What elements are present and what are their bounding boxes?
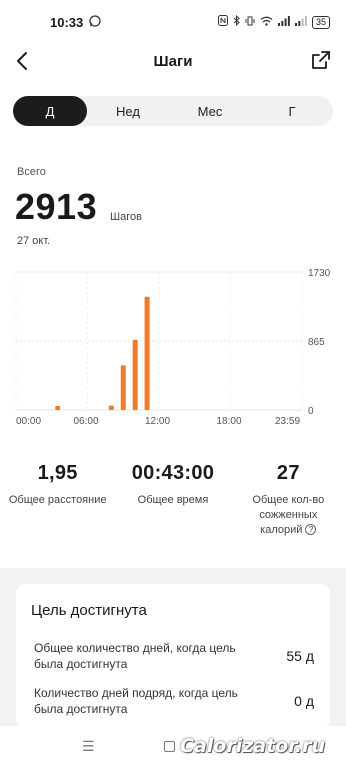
menu-icon[interactable]: ☰ bbox=[82, 738, 95, 755]
signal-icon bbox=[277, 15, 290, 29]
total-steps-unit: Шагов bbox=[110, 211, 142, 223]
goal-row-streak-text: Количество дней подряд, когда цель была … bbox=[34, 686, 238, 716]
tab-week[interactable]: Нед bbox=[87, 96, 169, 126]
steps-chart: 1730 865 0 00:00 06:00 12:00 18:00 23:59 bbox=[15, 268, 331, 427]
total-label: Всего bbox=[17, 166, 46, 178]
page-title: Шаги bbox=[153, 52, 193, 70]
goal-row-total-text: Общее количество дней, когда цель была д… bbox=[34, 641, 236, 671]
goal-row-total: Общее количество дней, когда цель была д… bbox=[34, 640, 314, 672]
summary-date: 27 окт. bbox=[17, 235, 51, 247]
chart-bar bbox=[132, 339, 138, 410]
time-value: 00:43:00 bbox=[131, 462, 215, 484]
x-tick-label: 06:00 bbox=[74, 416, 99, 427]
x-tick-label: 23:59 bbox=[275, 416, 300, 427]
export-icon bbox=[312, 51, 330, 69]
calories-value: 27 bbox=[276, 462, 300, 484]
tab-day[interactable]: Д bbox=[13, 96, 87, 126]
app-header: Шаги bbox=[0, 44, 346, 78]
goal-row-total-value: 55 д bbox=[286, 648, 314, 664]
stats-row: 1,95 Общее расстояние 00:43:00 Общее вре… bbox=[0, 462, 346, 538]
chart-bar bbox=[108, 405, 114, 410]
status-time: 10:33 bbox=[50, 14, 84, 30]
nfc-icon bbox=[217, 15, 228, 29]
stat-calories: 27 Общее кол-во сожженных калорий ? bbox=[231, 462, 346, 538]
system-navbar: ☰ Calorizator.ru bbox=[0, 726, 346, 768]
x-tick-label: 00:00 bbox=[16, 416, 41, 427]
stat-time: 00:43:00 Общее время bbox=[115, 462, 230, 538]
tab-month[interactable]: Мес bbox=[169, 96, 251, 126]
y-tick-label: 865 bbox=[308, 337, 325, 348]
distance-label: Общее расстояние bbox=[8, 494, 107, 506]
wifi-icon bbox=[260, 16, 273, 29]
chevron-left-icon bbox=[17, 52, 27, 70]
back-button[interactable] bbox=[12, 48, 34, 74]
total-steps-value: 2913 bbox=[15, 186, 98, 227]
tab-year[interactable]: Г bbox=[251, 96, 333, 126]
x-tick-label: 12:00 bbox=[145, 416, 170, 427]
y-tick-label: 0 bbox=[308, 406, 314, 417]
chart-bar bbox=[120, 365, 126, 410]
x-tick-label: 18:00 bbox=[217, 416, 242, 427]
battery-icon: 35 bbox=[311, 15, 330, 29]
share-button[interactable] bbox=[310, 49, 332, 71]
goal-row-streak-value: 0 д bbox=[294, 693, 314, 709]
home-icon[interactable] bbox=[164, 741, 175, 752]
whatsapp-icon bbox=[89, 14, 101, 30]
time-label: Общее время bbox=[137, 494, 209, 506]
y-tick-label: 1730 bbox=[308, 268, 331, 279]
chart-bar bbox=[55, 406, 61, 410]
goal-card: Цель достигнута Общее количество дней, к… bbox=[16, 584, 330, 728]
chart-bar bbox=[144, 296, 150, 410]
calories-label: Общее кол-во сожженных калорий ? bbox=[231, 493, 346, 538]
status-icons: 35 bbox=[217, 14, 330, 29]
bluetooth-icon bbox=[233, 14, 240, 29]
stat-distance: 1,95 Общее расстояние bbox=[0, 462, 115, 538]
watermark-logo: Calorizator.ru bbox=[180, 735, 326, 757]
period-tabs: Д Нед Мес Г bbox=[13, 96, 333, 126]
status-bar: 10:33 35 bbox=[0, 0, 346, 44]
help-icon[interactable]: ? bbox=[305, 524, 317, 535]
vibrate-icon bbox=[245, 16, 255, 29]
goal-title: Цель достигнута bbox=[31, 602, 147, 619]
goal-row-streak: Количество дней подряд, когда цель была … bbox=[34, 685, 314, 717]
distance-value: 1,95 bbox=[37, 462, 78, 484]
signal-icon-2 bbox=[294, 15, 307, 29]
